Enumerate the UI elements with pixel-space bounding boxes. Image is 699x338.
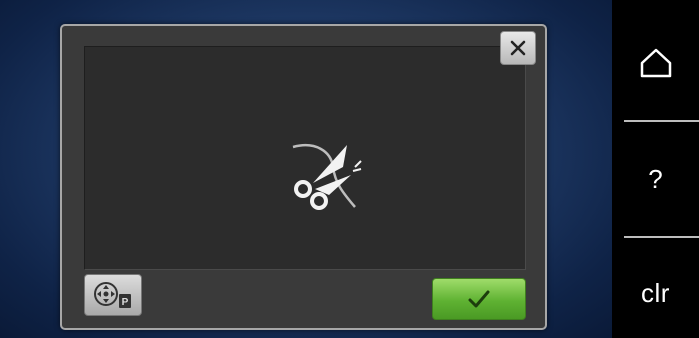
clear-label: clr [641,277,670,308]
thread-cut-dialog: P [60,24,547,330]
right-sidebar: ? clr [612,0,699,338]
help-button[interactable]: ? [612,124,699,234]
thread-cutter-scissors-icon [292,144,362,210]
frame-badge-label: P [122,297,129,308]
home-button[interactable] [612,8,699,118]
help-label: ? [648,163,663,194]
checkmark-icon [468,290,490,308]
sidebar-divider [624,120,699,122]
move-frame-button[interactable]: P [84,274,142,316]
close-icon [510,40,526,56]
move-frame-position-icon: P [94,282,131,308]
confirm-button[interactable] [432,278,526,320]
screen: P ? clr [0,0,699,338]
home-icon [640,48,671,78]
dialog-content-area [84,46,526,270]
clear-button[interactable]: clr [612,238,699,338]
close-button[interactable] [500,31,536,65]
